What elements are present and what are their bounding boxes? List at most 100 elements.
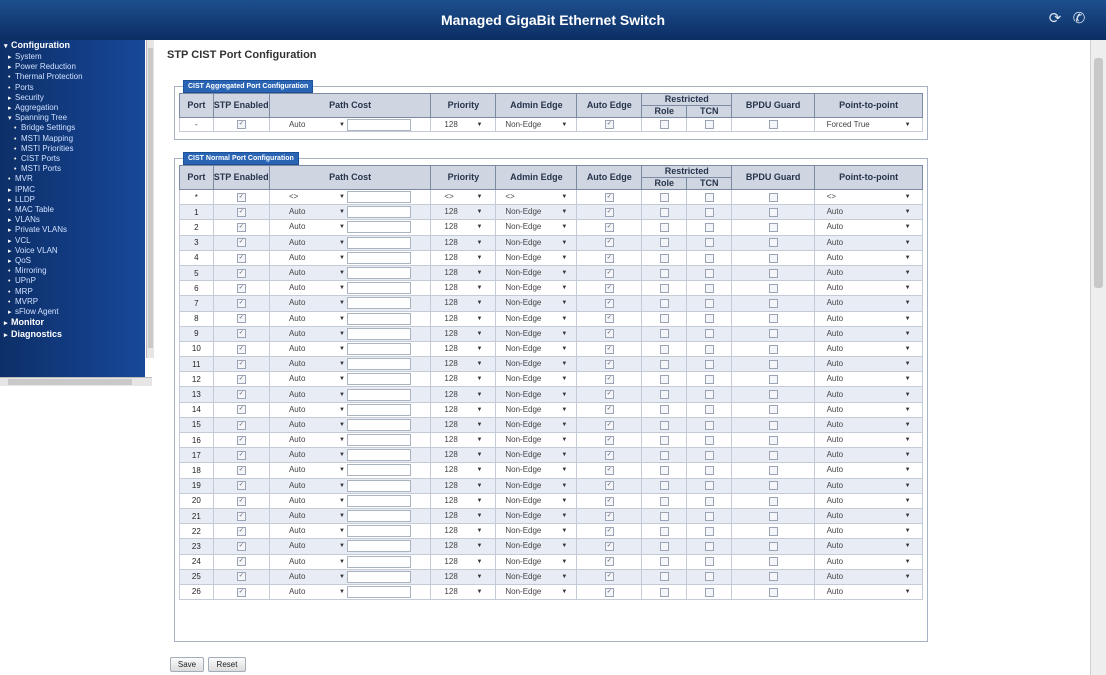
path-cost-input[interactable]: [347, 540, 412, 553]
sidebar-item[interactable]: • Ports: [0, 83, 145, 93]
bpdu-guard-checkbox[interactable]: [768, 329, 778, 339]
auto-edge-checkbox[interactable]: ✓: [604, 375, 614, 385]
bpdu-guard-checkbox[interactable]: [768, 344, 778, 354]
point-to-point-select[interactable]: Auto ▼: [827, 390, 911, 400]
bpdu-guard-checkbox[interactable]: [768, 359, 778, 369]
point-to-point-select[interactable]: <> ▼: [827, 192, 911, 202]
path-cost-select[interactable]: Auto ▼: [289, 526, 345, 536]
auto-edge-checkbox[interactable]: ✓: [604, 192, 614, 202]
path-cost-select[interactable]: Auto ▼: [289, 298, 345, 308]
sidebar-item[interactable]: ▸ Private VLANs: [0, 225, 145, 235]
path-cost-select[interactable]: Auto ▼: [289, 572, 345, 582]
restricted-role-checkbox[interactable]: [659, 466, 669, 476]
auto-edge-checkbox[interactable]: ✓: [604, 344, 614, 354]
point-to-point-select[interactable]: Auto ▼: [827, 283, 911, 293]
admin-edge-select[interactable]: Non-Edge ▼: [505, 222, 567, 232]
stp-enabled-checkbox[interactable]: ✓: [236, 283, 246, 293]
restricted-role-checkbox[interactable]: [659, 526, 669, 536]
point-to-point-select[interactable]: Auto ▼: [827, 344, 911, 354]
path-cost-select[interactable]: Auto ▼: [289, 222, 345, 232]
agg-auto-edge-checkbox[interactable]: ✓: [604, 120, 614, 130]
agg-bpdu-checkbox[interactable]: [768, 120, 778, 130]
auto-edge-checkbox[interactable]: ✓: [604, 299, 614, 309]
path-cost-select[interactable]: Auto ▼: [289, 450, 345, 460]
auto-edge-checkbox[interactable]: ✓: [604, 496, 614, 506]
admin-edge-select[interactable]: Non-Edge ▼: [505, 374, 567, 384]
stp-enabled-checkbox[interactable]: ✓: [236, 375, 246, 385]
restricted-tcn-checkbox[interactable]: [704, 450, 714, 460]
admin-edge-select[interactable]: <> ▼: [505, 192, 567, 202]
agg-stp-checkbox[interactable]: ✓: [236, 120, 246, 130]
sidebar-item[interactable]: • MVRP: [0, 297, 145, 307]
agg-admin-edge-select[interactable]: Non-Edge ▼: [505, 120, 567, 130]
priority-select[interactable]: 128 ▼: [444, 238, 482, 248]
sidebar-scrollbar[interactable]: [146, 40, 154, 358]
point-to-point-select[interactable]: Auto ▼: [827, 465, 911, 475]
restricted-role-checkbox[interactable]: [659, 299, 669, 309]
path-cost-select[interactable]: Auto ▼: [289, 435, 345, 445]
stp-enabled-checkbox[interactable]: ✓: [236, 466, 246, 476]
stp-enabled-checkbox[interactable]: ✓: [236, 207, 246, 217]
auto-edge-checkbox[interactable]: ✓: [604, 207, 614, 217]
admin-edge-select[interactable]: Non-Edge ▼: [505, 572, 567, 582]
admin-edge-select[interactable]: Non-Edge ▼: [505, 238, 567, 248]
auto-edge-checkbox[interactable]: ✓: [604, 405, 614, 415]
admin-edge-select[interactable]: Non-Edge ▼: [505, 587, 567, 597]
auto-edge-checkbox[interactable]: ✓: [604, 511, 614, 521]
path-cost-input[interactable]: [347, 388, 412, 401]
restricted-tcn-checkbox[interactable]: [704, 192, 714, 202]
admin-edge-select[interactable]: Non-Edge ▼: [505, 298, 567, 308]
stp-enabled-checkbox[interactable]: ✓: [236, 526, 246, 536]
point-to-point-select[interactable]: Auto ▼: [827, 298, 911, 308]
restricted-tcn-checkbox[interactable]: [704, 375, 714, 385]
restricted-role-checkbox[interactable]: [659, 375, 669, 385]
auto-edge-checkbox[interactable]: ✓: [604, 238, 614, 248]
restricted-role-checkbox[interactable]: [659, 344, 669, 354]
path-cost-input[interactable]: [347, 585, 412, 598]
path-cost-select[interactable]: Auto ▼: [289, 511, 345, 521]
path-cost-input[interactable]: [347, 221, 412, 234]
stp-enabled-checkbox[interactable]: ✓: [236, 253, 246, 263]
stp-enabled-checkbox[interactable]: ✓: [236, 511, 246, 521]
point-to-point-select[interactable]: Auto ▼: [827, 450, 911, 460]
restricted-tcn-checkbox[interactable]: [704, 572, 714, 582]
admin-edge-select[interactable]: Non-Edge ▼: [505, 344, 567, 354]
restricted-tcn-checkbox[interactable]: [704, 344, 714, 354]
restricted-tcn-checkbox[interactable]: [704, 207, 714, 217]
path-cost-input[interactable]: [347, 358, 412, 371]
sidebar-item[interactable]: ▸ Aggregation: [0, 103, 145, 113]
priority-select[interactable]: 128 ▼: [444, 390, 482, 400]
admin-edge-select[interactable]: Non-Edge ▼: [505, 496, 567, 506]
sidebar-scroll-thumb[interactable]: [148, 48, 153, 348]
restricted-tcn-checkbox[interactable]: [704, 299, 714, 309]
point-to-point-select[interactable]: Auto ▼: [827, 587, 911, 597]
stp-enabled-checkbox[interactable]: ✓: [236, 542, 246, 552]
path-cost-select[interactable]: Auto ▼: [289, 374, 345, 384]
restricted-role-checkbox[interactable]: [659, 253, 669, 263]
auto-edge-checkbox[interactable]: ✓: [604, 253, 614, 263]
path-cost-select[interactable]: Auto ▼: [289, 344, 345, 354]
bpdu-guard-checkbox[interactable]: [768, 283, 778, 293]
point-to-point-select[interactable]: Auto ▼: [827, 557, 911, 567]
point-to-point-select[interactable]: Auto ▼: [827, 511, 911, 521]
path-cost-select[interactable]: Auto ▼: [289, 557, 345, 567]
stp-enabled-checkbox[interactable]: ✓: [236, 238, 246, 248]
auto-edge-checkbox[interactable]: ✓: [604, 572, 614, 582]
admin-edge-select[interactable]: Non-Edge ▼: [505, 390, 567, 400]
sidebar-item[interactable]: • MSTI Ports: [0, 164, 145, 174]
restricted-tcn-checkbox[interactable]: [704, 526, 714, 536]
bpdu-guard-checkbox[interactable]: [768, 450, 778, 460]
path-cost-select[interactable]: Auto ▼: [289, 496, 345, 506]
priority-select[interactable]: 128 ▼: [444, 481, 482, 491]
restricted-tcn-checkbox[interactable]: [704, 390, 714, 400]
restricted-role-checkbox[interactable]: [659, 481, 669, 491]
path-cost-input[interactable]: [347, 267, 412, 280]
restricted-role-checkbox[interactable]: [659, 359, 669, 369]
bpdu-guard-checkbox[interactable]: [768, 542, 778, 552]
bpdu-guard-checkbox[interactable]: [768, 587, 778, 597]
path-cost-input[interactable]: [347, 479, 412, 492]
restricted-role-checkbox[interactable]: [659, 557, 669, 567]
auto-edge-checkbox[interactable]: ✓: [604, 542, 614, 552]
priority-select[interactable]: 128 ▼: [444, 298, 482, 308]
path-cost-input[interactable]: [347, 449, 412, 462]
